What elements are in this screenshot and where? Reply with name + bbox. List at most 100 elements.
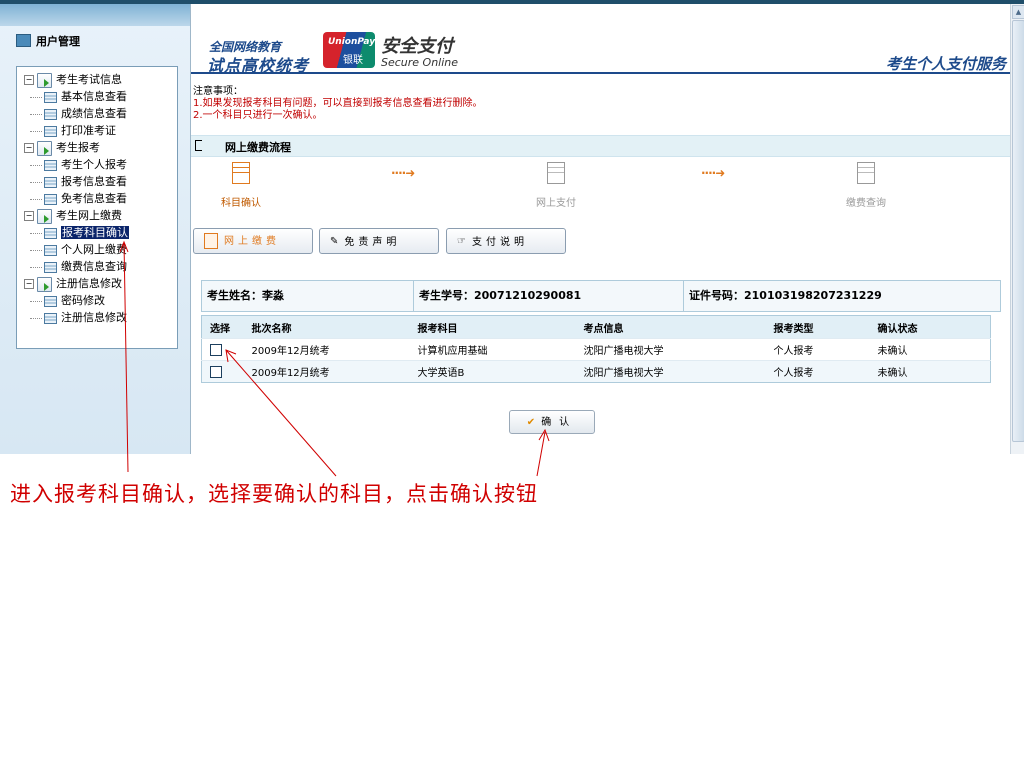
page-icon xyxy=(44,244,57,256)
page-icon xyxy=(44,295,57,307)
tree-item-registration-info[interactable]: 报考信息查看 xyxy=(30,174,127,190)
table-cell: 沈阳广播电视大学 xyxy=(575,338,766,361)
flow-arrow-icon: ····➜ xyxy=(391,166,415,180)
table-cell: 未确认 xyxy=(869,360,991,383)
tree-item-exemption-info[interactable]: 免考信息查看 xyxy=(30,191,127,207)
document-icon xyxy=(232,162,250,184)
pointing-hand-icon: ☞ xyxy=(457,236,466,247)
scroll-thumb[interactable] xyxy=(1012,20,1024,442)
sidebar: 用户管理 − 考生考试信息 基本信息查看 成绩信息查看 打印准考证 − 考生报考 考… xyxy=(0,4,191,454)
tab-payment-notes[interactable]: ☞ 支付说明 xyxy=(446,228,566,254)
scroll-up-icon[interactable]: ▲ xyxy=(1012,5,1024,19)
table-cell: 沈阳广播电视大学 xyxy=(575,360,766,383)
service-title: 考生个人支付服务 xyxy=(885,55,1006,73)
tree-item-payment-query[interactable]: 缴费信息查询 xyxy=(30,259,127,275)
unionpay-logo-en: UnionPay xyxy=(328,37,376,47)
main-content: 全国网络教育 试点高校统考 UnionPay 银联 安全支付 Secure On… xyxy=(191,4,1010,454)
secure-online-text: Secure Online xyxy=(381,56,459,69)
collapse-icon[interactable]: − xyxy=(24,143,34,153)
table-cell: 未确认 xyxy=(869,338,991,361)
flow-arrow-icon: ····➜ xyxy=(701,166,725,180)
flow-title: 网上缴费流程 xyxy=(225,141,291,154)
tree-folder-online-payment[interactable]: − 考生网上缴费 xyxy=(24,208,122,224)
table-row: 2009年12月统考 大学英语B 沈阳广播电视大学 个人报考 未确认 xyxy=(201,360,991,383)
column-header: 报考类型 xyxy=(765,315,870,339)
certificate-number: 证件号码：210103198207231229 xyxy=(689,289,882,302)
subject-table: 选择 批次名称 报考科目 考点信息 报考类型 确认状态 2009年12月统考 计… xyxy=(201,315,991,383)
table-cell: 计算机应用基础 xyxy=(409,338,576,361)
tree-item-profile-edit[interactable]: 注册信息修改 xyxy=(30,310,127,326)
flow-step-label: 缴费查询 xyxy=(846,198,886,209)
header-divider xyxy=(191,72,1010,74)
page-icon xyxy=(44,261,57,273)
bracket-icon xyxy=(195,140,202,151)
flow-step-label: 网上支付 xyxy=(536,198,576,209)
sidebar-header-strip xyxy=(0,4,190,26)
column-header: 确认状态 xyxy=(869,315,991,339)
payment-icon xyxy=(204,233,218,249)
unionpay-logo-cn: 银联 xyxy=(343,55,363,66)
tree-item-basic-info[interactable]: 基本信息查看 xyxy=(30,89,127,105)
table-cell: 个人报考 xyxy=(765,360,870,383)
menu-tree: − 考生考试信息 基本信息查看 成绩信息查看 打印准考证 − 考生报考 考生个人报考… xyxy=(16,66,178,349)
tree-folder-registration[interactable]: − 考生报考 xyxy=(24,140,100,156)
tab-disclaimer[interactable]: ✎ 免责声明 xyxy=(319,228,439,254)
folder-icon xyxy=(37,140,52,156)
browser-page: 用户管理 − 考生考试信息 基本信息查看 成绩信息查看 打印准考证 − 考生报考 考… xyxy=(0,4,1010,454)
tree-folder-exam-info[interactable]: − 考生考试信息 xyxy=(24,72,122,88)
student-info-bar: 考生姓名：李淼 考生学号：20071210290081 证件号码：2101031… xyxy=(201,280,1001,312)
column-header: 选择 xyxy=(201,315,244,339)
flow-step-label: 科目确认 xyxy=(221,198,261,209)
folder-icon xyxy=(37,208,52,224)
tree-item-personal-registration[interactable]: 考生个人报考 xyxy=(30,157,127,173)
row-checkbox[interactable] xyxy=(210,365,222,378)
sidebar-title-text: 用户管理 xyxy=(36,35,80,48)
tree-item-score-info[interactable]: 成绩信息查看 xyxy=(30,106,127,122)
table-cell: 个人报考 xyxy=(765,338,870,361)
flow-title-bar: 网上缴费流程 xyxy=(191,135,1010,157)
tree-item-subject-confirm[interactable]: 报考科目确认 xyxy=(30,225,129,241)
checkmark-icon: ✔ xyxy=(526,417,536,428)
column-header: 考点信息 xyxy=(575,315,766,339)
table-cell: 大学英语B xyxy=(409,360,576,383)
page-icon xyxy=(44,312,57,324)
tree-item-password-change[interactable]: 密码修改 xyxy=(30,293,105,309)
folder-icon xyxy=(37,72,52,88)
table-cell: 2009年12月统考 xyxy=(243,338,410,361)
page-icon xyxy=(44,159,57,171)
student-name: 考生姓名：李淼 xyxy=(202,281,414,311)
sidebar-title: 用户管理 xyxy=(16,33,80,49)
page-icon xyxy=(44,108,57,120)
page-icon xyxy=(44,125,57,137)
vertical-scrollbar[interactable]: ▲ xyxy=(1010,4,1024,454)
column-header: 批次名称 xyxy=(243,315,410,339)
collapse-icon[interactable]: − xyxy=(24,279,34,289)
tree-item-print-admission[interactable]: 打印准考证 xyxy=(30,123,116,139)
secure-payment-title: 安全支付 xyxy=(381,36,453,57)
tree-folder-account-edit[interactable]: − 注册信息修改 xyxy=(24,276,122,292)
notice-item-1: 1.如果发现报考科目有问题，可以直接到报考信息查看进行删除。 xyxy=(193,98,483,109)
tab-online-payment[interactable]: 网上缴费 xyxy=(193,228,313,254)
annotation-caption: 进入报考科目确认，选择要确认的科目，点击确认按钮 xyxy=(10,482,538,506)
page-icon xyxy=(44,91,57,103)
tree-item-personal-payment[interactable]: 个人网上缴费 xyxy=(30,242,127,258)
select-cell xyxy=(201,360,244,383)
notice-item-2: 2.一个科目只进行一次确认。 xyxy=(193,110,323,121)
document-icon xyxy=(547,162,565,184)
confirm-button[interactable]: ✔ 确认 xyxy=(509,410,595,434)
collapse-icon[interactable]: − xyxy=(24,75,34,85)
folder-icon xyxy=(37,276,52,292)
notice-title: 注意事项： xyxy=(193,86,243,97)
table-cell: 2009年12月统考 xyxy=(243,360,410,383)
student-number: 考生学号：20071210290081 xyxy=(414,281,684,311)
row-checkbox[interactable] xyxy=(210,343,222,356)
page-icon xyxy=(44,176,57,188)
page-icon xyxy=(44,193,57,205)
notice-block: 注意事项： 1.如果发现报考科目有问题，可以直接到报考信息查看进行删除。 2.一… xyxy=(193,86,483,122)
table-row: 2009年12月统考 计算机应用基础 沈阳广播电视大学 个人报考 未确认 xyxy=(201,338,991,361)
user-admin-icon xyxy=(16,34,31,47)
column-header: 报考科目 xyxy=(409,315,576,339)
collapse-icon[interactable]: − xyxy=(24,211,34,221)
pencil-icon: ✎ xyxy=(330,236,339,247)
document-search-icon xyxy=(857,162,875,184)
